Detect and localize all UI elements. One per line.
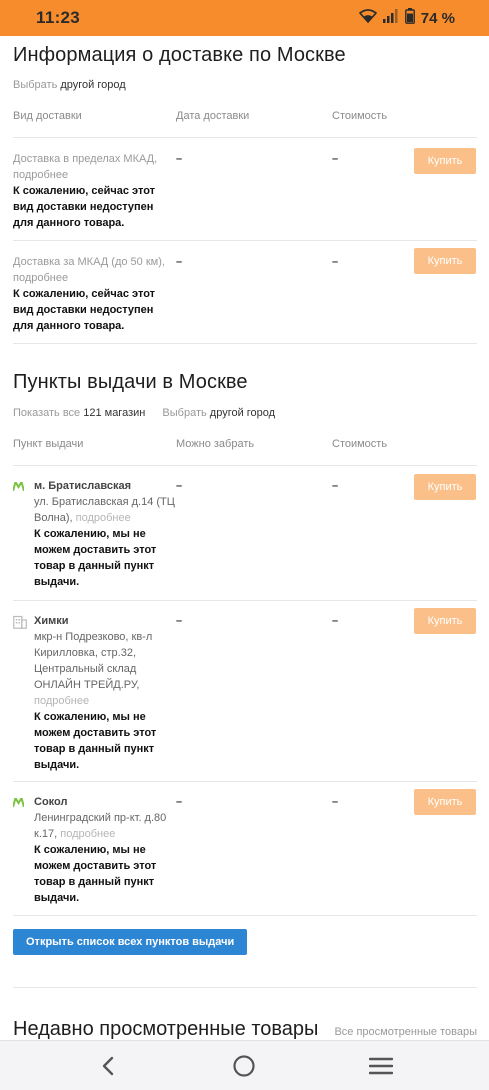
signal-icon [382,8,399,28]
all-viewed-link[interactable]: Все просмотренные товары [334,1026,477,1038]
other-city-link[interactable]: другой город [210,407,275,419]
show-all-label: Показать все [13,407,81,419]
pickup-row: м. Братиславская ул. Братиславская д.14 … [12,465,477,600]
pickup-date: – [176,796,183,808]
section-divider [13,343,477,344]
choose-label: Выбрать [162,407,207,419]
pickup-table-header: Пункт выдачи Можно забрать Стоимость [13,438,477,465]
battery-icon [404,7,415,29]
pickup-cost: – [332,480,339,492]
delivery-date: – [176,153,183,165]
delivery-city-selector: Выбрать другой город [13,79,477,91]
pickup-name[interactable]: м. Братиславская [34,478,176,494]
delivery-type-cell: Доставка в пределах МКАД, подробнее К со… [13,151,176,240]
back-icon[interactable] [88,1046,128,1086]
system-nav-bar [0,1040,489,1090]
delivery-name: Доставка за МКАД (до 50 км), [13,256,165,268]
delivery-date: – [176,256,183,268]
delivery-name: Доставка в пределах МКАД, [13,153,158,165]
delivery-type-cell: Доставка за МКАД (до 50 км), подробнее К… [13,254,176,343]
pickup-date: – [176,480,183,492]
buy-button[interactable]: Купить [414,148,476,174]
delivery-cost: – [332,256,339,268]
col-delivery-date: Дата доставки [176,110,250,122]
buy-button[interactable]: Купить [414,789,476,815]
menu-icon[interactable] [361,1046,401,1086]
pickup-date: – [176,615,183,627]
delivery-row: Доставка в пределах МКАД, подробнее К со… [13,137,477,240]
status-icons: 74 % [358,7,455,29]
battery-percent: 74 % [420,9,455,27]
unavailable-notice: К сожалению, мы не можем доставить этот … [34,844,157,904]
pickup-cost: – [332,796,339,808]
more-link[interactable]: подробнее [34,695,89,707]
col-cost: Стоимость [332,110,388,122]
pickup-address: мкр-н Подрезково, кв-л Кирилловка, стр.3… [34,631,153,691]
delivery-table-header: Вид доставки Дата доставки Стоимость [13,110,477,137]
buy-button[interactable]: Купить [414,248,476,274]
pickup-point-cell: Химки мкр-н Подрезково, кв-л Кирилловка,… [13,613,176,781]
pickup-row: Сокол Ленинградский пр-кт. д.80 к.17, по… [12,781,477,915]
pickup-cost: – [332,615,339,627]
buy-button[interactable]: Купить [414,608,476,634]
other-city-link[interactable]: другой город [60,79,125,91]
pickup-point-cell: Сокол Ленинградский пр-кт. д.80 к.17, по… [12,794,176,915]
col-available: Можно забрать [176,438,255,450]
choose-label: Выбрать [13,79,58,91]
col-cost: Стоимость [332,438,388,450]
delivery-title: Информация о доставке по Москве [13,44,346,66]
main-content: Информация о доставке по Москве Выбрать … [12,36,477,1041]
unavailable-notice: К сожалению, мы не можем доставить этот … [34,711,157,771]
status-time: 11:23 [36,8,81,27]
unavailable-notice: К сожалению, сейчас этот вид доставки не… [13,185,156,229]
open-pickup-list-button[interactable]: Открыть список всех пунктов выдачи [13,929,248,955]
delivery-row: Доставка за МКАД (до 50 км), подробнее К… [13,240,477,343]
unavailable-notice: К сожалению, мы не можем доставить этот … [34,528,157,588]
section-divider [13,987,477,988]
metro-icon [12,794,34,915]
wifi-icon [358,8,377,28]
home-icon[interactable] [224,1046,264,1086]
status-bar: 11:23 74 % [0,0,489,36]
buy-button[interactable]: Купить [414,474,476,500]
building-icon [13,613,34,781]
more-link[interactable]: подробнее [13,169,68,181]
unavailable-notice: К сожалению, сейчас этот вид доставки не… [13,288,156,332]
more-link[interactable]: подробнее [60,828,115,840]
pickup-title: Пункты выдачи в Москве [13,371,248,393]
pickup-row: Химки мкр-н Подрезково, кв-л Кирилловка,… [13,600,477,781]
metro-icon [12,478,34,600]
recent-header: Недавно просмотренные товары Все просмот… [13,1018,477,1041]
pickup-point-cell: м. Братиславская ул. Братиславская д.14 … [12,478,176,600]
show-all-stores-link[interactable]: 121 магазин [83,407,145,419]
pickup-name[interactable]: Сокол [34,794,176,810]
pickup-selector: Показать все 121 магазин Выбрать другой … [13,407,477,419]
more-link[interactable]: подробнее [13,272,68,284]
delivery-cost: – [332,153,339,165]
col-delivery-type: Вид доставки [13,110,82,122]
col-pickup-point: Пункт выдачи [13,438,84,450]
recent-title: Недавно просмотренные товары [13,1018,319,1040]
more-link[interactable]: подробнее [76,512,131,524]
pickup-name[interactable]: Химки [34,613,176,629]
table-divider [13,915,477,916]
